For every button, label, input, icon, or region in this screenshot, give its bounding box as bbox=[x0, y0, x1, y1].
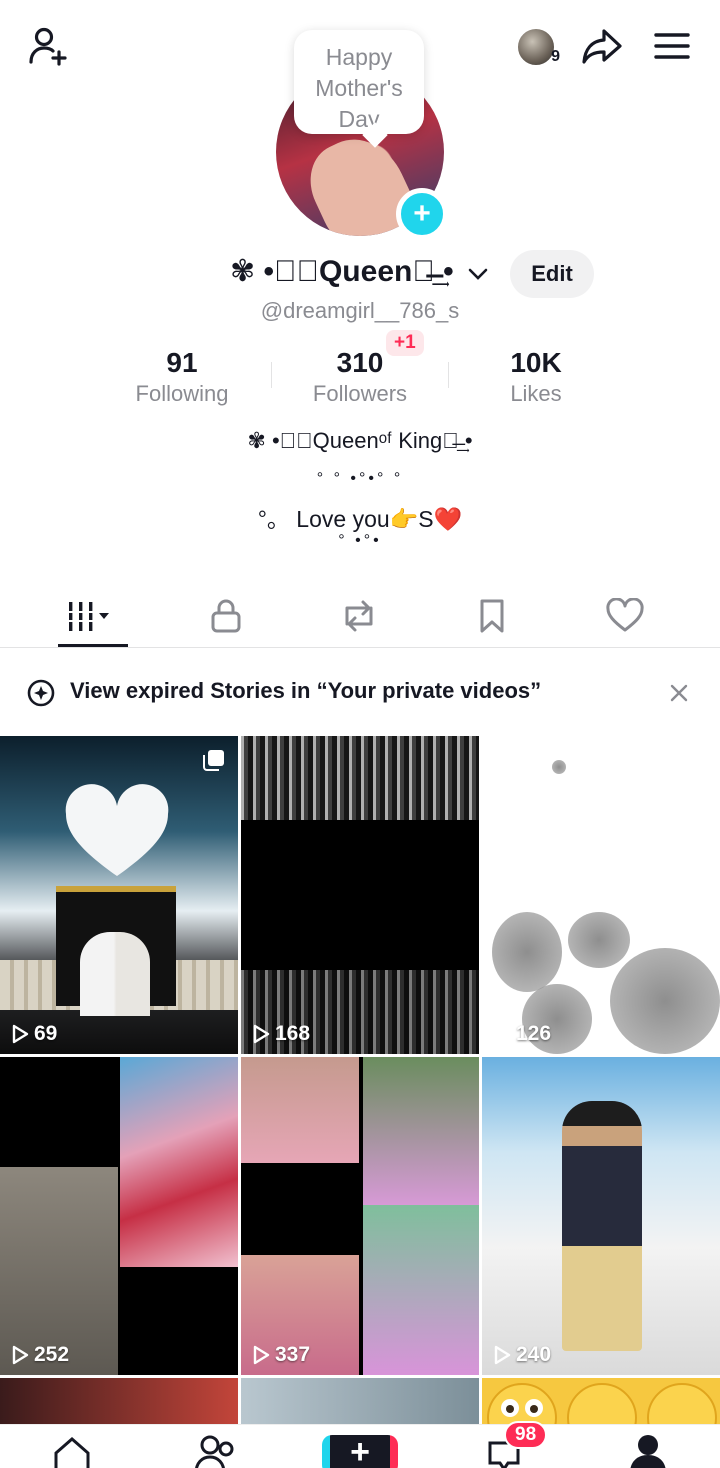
couple-graphic bbox=[80, 932, 150, 1016]
view-count: 252 bbox=[10, 1343, 69, 1367]
story-plus-icon bbox=[27, 679, 55, 707]
note-bubble[interactable]: Happy Mother's Day bbox=[294, 30, 424, 134]
bookmark-icon bbox=[480, 599, 504, 633]
ink-blob bbox=[492, 912, 562, 992]
bio-line: °。 Love you👉S❤️ bbox=[257, 506, 463, 532]
stat-label: Following bbox=[135, 381, 229, 406]
stat-value: 310 bbox=[336, 347, 384, 378]
view-count-value: 168 bbox=[275, 1022, 311, 1045]
inbox-badge: 98 bbox=[504, 1421, 548, 1449]
content-tabs bbox=[0, 584, 720, 648]
tab-private[interactable] bbox=[171, 584, 281, 648]
active-tab-indicator bbox=[58, 644, 128, 647]
video-thumbnail[interactable]: 337 bbox=[241, 1057, 479, 1375]
play-icon bbox=[494, 1024, 511, 1044]
play-icon bbox=[253, 1345, 270, 1365]
collage-photo bbox=[241, 1057, 359, 1163]
bio-decoration: ° ° •°•° ° bbox=[316, 470, 404, 487]
nav-friends[interactable] bbox=[186, 1433, 246, 1468]
banner-text: View expired Stories in “Your private vi… bbox=[70, 678, 542, 703]
tab-favorites[interactable] bbox=[437, 584, 547, 648]
collage-photo bbox=[363, 1205, 479, 1375]
friends-icon bbox=[195, 1435, 234, 1468]
video-thumbnail[interactable]: 126 bbox=[482, 736, 720, 1054]
display-name[interactable]: ✾ •⸮⃝Queen⃚̶͢ • bbox=[230, 254, 454, 289]
friends-count: 9 bbox=[551, 48, 560, 65]
chevron-down-icon[interactable] bbox=[466, 262, 490, 286]
stat-likes[interactable]: 10K Likes bbox=[446, 346, 626, 408]
stat-label: Followers bbox=[312, 381, 408, 406]
view-count-value: 337 bbox=[275, 1343, 311, 1366]
view-count: 337 bbox=[251, 1343, 310, 1367]
play-icon bbox=[253, 1024, 270, 1044]
view-count: 168 bbox=[251, 1022, 310, 1046]
view-count-value: 69 bbox=[34, 1022, 58, 1045]
stat-label: Likes bbox=[510, 381, 562, 406]
nav-home[interactable] bbox=[42, 1433, 102, 1468]
note-line: Mother's bbox=[315, 75, 403, 101]
stat-value: 10K bbox=[510, 347, 562, 378]
tab-videos[interactable] bbox=[38, 584, 148, 648]
shop-photo bbox=[120, 1057, 238, 1267]
nav-profile[interactable] bbox=[618, 1433, 678, 1468]
share-icon[interactable] bbox=[578, 24, 626, 68]
tab-reposts[interactable] bbox=[304, 584, 414, 648]
heart-cloud-graphic bbox=[65, 784, 169, 876]
view-count: 240 bbox=[492, 1343, 551, 1367]
video-thumbnail[interactable]: 168 bbox=[241, 736, 479, 1054]
username: @dreamgirl__786_s bbox=[260, 298, 460, 323]
friend-avatar bbox=[516, 27, 556, 67]
ink-blob bbox=[552, 760, 566, 774]
view-count-value: 126 bbox=[516, 1022, 552, 1045]
stat-followers[interactable]: 310 Followers bbox=[270, 346, 450, 408]
play-icon bbox=[12, 1024, 29, 1044]
collage-photo bbox=[363, 1057, 479, 1205]
view-count: 69 bbox=[10, 1022, 57, 1046]
bottom-navigation: + 98 bbox=[0, 1421, 720, 1468]
menu-icon[interactable] bbox=[648, 24, 696, 68]
home-icon bbox=[54, 1437, 90, 1468]
view-count-value: 252 bbox=[34, 1343, 70, 1366]
video-thumbnail[interactable]: 69 bbox=[0, 736, 238, 1054]
ink-blob bbox=[568, 912, 630, 968]
video-thumbnail[interactable] bbox=[482, 1378, 720, 1426]
expired-stories-banner[interactable]: View expired Stories in “Your private vi… bbox=[0, 666, 720, 718]
video-thumbnail[interactable]: 252 bbox=[0, 1057, 238, 1375]
blur-texture bbox=[241, 736, 479, 820]
view-count: 126 bbox=[492, 1022, 551, 1046]
ink-blob bbox=[610, 948, 720, 1054]
add-friend-icon[interactable] bbox=[22, 22, 74, 70]
profile-icon bbox=[630, 1435, 666, 1468]
view-count-value: 240 bbox=[516, 1343, 552, 1366]
stat-value: 91 bbox=[166, 347, 198, 378]
repost-icon bbox=[345, 600, 373, 632]
edit-profile-button[interactable]: Edit bbox=[510, 250, 594, 298]
note-line: Happy bbox=[325, 44, 393, 70]
stat-following[interactable]: 91 Following bbox=[92, 346, 272, 408]
bio-decoration: ° •°• bbox=[338, 532, 382, 549]
create-button[interactable]: + bbox=[322, 1435, 398, 1468]
name-row: ✾ •⸮⃝Queen⃚̶͢ • bbox=[0, 250, 720, 300]
play-icon bbox=[494, 1345, 511, 1365]
close-icon[interactable] bbox=[668, 682, 690, 704]
video-grid: 69 168 126 252 337 240 bbox=[0, 736, 720, 1426]
heart-icon bbox=[606, 598, 644, 632]
play-icon bbox=[12, 1345, 29, 1365]
add-story-plus-icon[interactable]: + bbox=[396, 188, 448, 240]
multi-photo-icon bbox=[203, 750, 224, 771]
emoji-graphic bbox=[487, 1383, 717, 1426]
video-thumbnail[interactable]: 240 bbox=[482, 1057, 720, 1375]
tab-liked[interactable] bbox=[570, 584, 680, 648]
person-photo bbox=[562, 1101, 642, 1351]
friends-avatar-stack[interactable]: 9 bbox=[508, 24, 564, 70]
note-line: Day bbox=[338, 106, 380, 132]
lock-icon bbox=[211, 599, 241, 633]
video-thumbnail[interactable] bbox=[0, 1378, 238, 1426]
bio-line: ✾ •⸮⃝Queenᵒᶠ King⃚̶͢ • bbox=[247, 428, 473, 453]
grid-icon bbox=[69, 602, 109, 631]
video-thumbnail[interactable] bbox=[241, 1378, 479, 1426]
